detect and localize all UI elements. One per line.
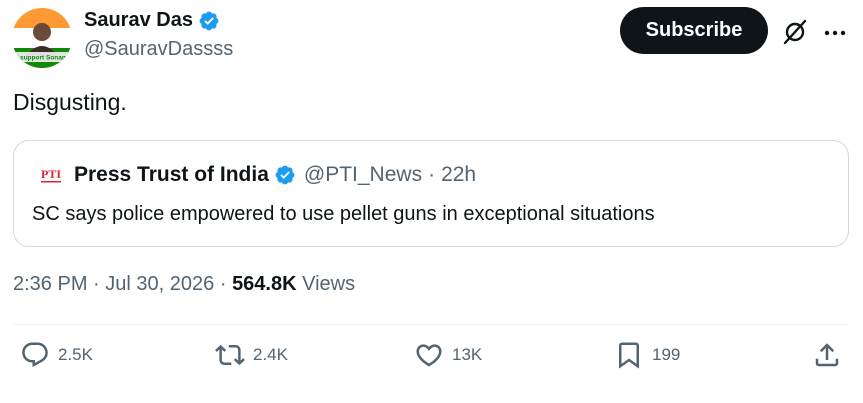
dot-separator: ·: [428, 163, 436, 186]
action-bar: 2.5K 2.4K 13K 199: [0, 340, 863, 380]
verified-icon[interactable]: [198, 10, 220, 32]
tweet-meta: 2:36 PM · Jul 30, 2026 · 564.8K Views: [13, 273, 355, 296]
like-count: 13K: [452, 345, 483, 364]
avatar-image: I support Sonam: [12, 8, 72, 68]
views-count: 564.8K: [232, 273, 297, 295]
reply-button[interactable]: 2.5K: [20, 340, 93, 370]
quoted-author-name: Press Trust of India: [74, 163, 269, 186]
subscribe-button[interactable]: Subscribe: [620, 7, 768, 54]
share-icon: [815, 343, 839, 367]
reply-icon: [22, 342, 48, 368]
heart-icon: [416, 344, 442, 367]
like-button[interactable]: 13K: [414, 340, 482, 370]
pti-logo-text: PTI: [41, 167, 61, 181]
dot-separator: ·: [219, 273, 227, 295]
share-button[interactable]: [812, 340, 842, 370]
tweet-header: I support Sonam Saurav Das @SauravDassss…: [0, 0, 863, 80]
tweet-date[interactable]: Jul 30, 2026: [105, 273, 214, 295]
quoted-tweet-time: 22h: [441, 163, 477, 186]
repost-button[interactable]: 2.4K: [215, 340, 288, 370]
tweet-text: Disgusting.: [13, 89, 127, 115]
author-handle[interactable]: @SauravDassss: [84, 38, 233, 61]
pti-logo-icon: PTI: [38, 163, 64, 187]
avatar-caption: I support Sonam: [16, 55, 68, 62]
reply-count: 2.5K: [58, 345, 93, 364]
views-label: Views: [302, 273, 356, 295]
repost-count: 2.4K: [253, 345, 288, 364]
grok-icon[interactable]: [781, 18, 809, 46]
bookmark-icon: [619, 342, 639, 369]
verified-icon: [275, 165, 295, 185]
dot-separator: ·: [93, 273, 100, 295]
more-icon[interactable]: [822, 20, 848, 46]
divider: [13, 324, 849, 325]
quoted-tweet-card[interactable]: PTI Press Trust of India @PTI_News · 22h…: [13, 140, 849, 247]
tweet-time[interactable]: 2:36 PM: [13, 273, 87, 295]
author-display-name[interactable]: Saurav Das: [84, 9, 193, 32]
quoted-tweet-header: PTI Press Trust of India @PTI_News · 22h: [38, 163, 476, 187]
bookmark-button[interactable]: 199: [614, 340, 680, 370]
author-name-row: Saurav Das: [84, 9, 220, 32]
quoted-tweet-text: SC says police empowered to use pellet g…: [32, 203, 655, 225]
bookmark-count: 199: [652, 345, 681, 364]
repost-icon: [215, 344, 245, 366]
author-avatar[interactable]: I support Sonam: [12, 8, 72, 68]
quoted-author-handle: @PTI_News: [303, 163, 423, 186]
